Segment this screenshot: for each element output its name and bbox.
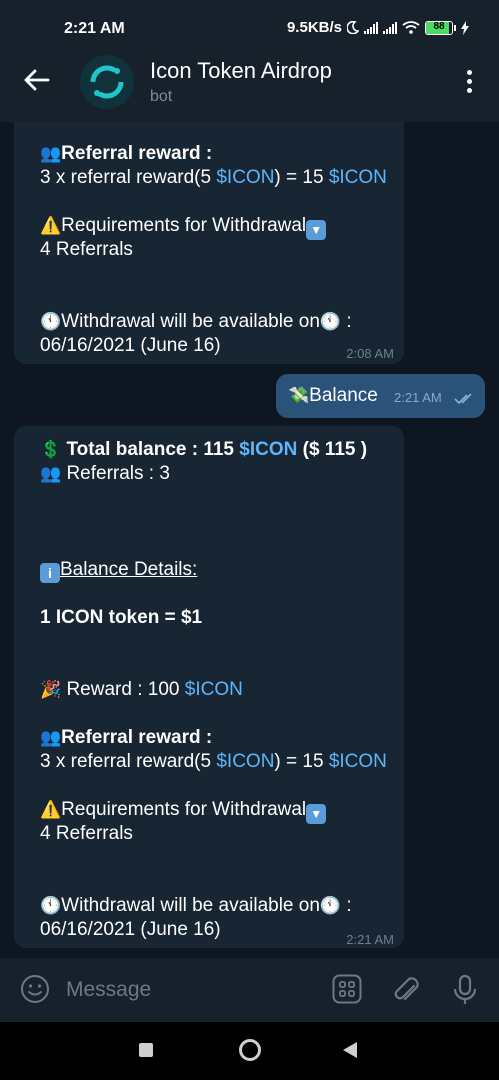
requirements-heading: ⚠️Requirements for Withdrawal ▼ bbox=[40, 214, 327, 240]
referral-reward-line: 3 x referral reward(5 $ICON) = 15 $ICON bbox=[40, 167, 387, 188]
money-wings-icon: 💸 bbox=[288, 386, 310, 405]
clock-icon: 🕚 bbox=[40, 896, 62, 915]
nav-back-icon[interactable] bbox=[342, 1041, 358, 1059]
clock-icon: 🕚 bbox=[40, 312, 62, 331]
clock-icon: 🕚 bbox=[319, 896, 342, 915]
message-time: 2:21 AM bbox=[346, 932, 394, 947]
balance-details-heading: i Balance Details: bbox=[40, 558, 197, 583]
referrals-line: 👥 Referrals : 3 bbox=[40, 463, 170, 484]
requirements-value: 4 Referrals bbox=[40, 239, 133, 260]
moon-icon bbox=[347, 21, 359, 34]
down-arrow-icon: ▼ bbox=[306, 220, 327, 240]
referral-reward-heading: 👥Referral reward : bbox=[40, 727, 213, 748]
referral-reward-line: 3 x referral reward(5 $ICON) = 15 $ICON bbox=[40, 751, 387, 772]
signal-icon bbox=[364, 21, 378, 34]
network-speed: 9.5KB/s bbox=[286, 19, 342, 36]
token-link[interactable]: $ICON bbox=[216, 751, 274, 772]
reward-line: 🎉 Reward : 100 $ICON bbox=[40, 679, 243, 700]
system-nav-bar bbox=[0, 1022, 499, 1080]
token-link[interactable]: $ICON bbox=[239, 439, 297, 460]
clock-icon: 🕚 bbox=[319, 312, 342, 331]
token-link[interactable]: $ICON bbox=[329, 167, 387, 188]
message-input[interactable]: Message bbox=[66, 978, 151, 1002]
outgoing-text: 💸Balance bbox=[288, 385, 378, 406]
withdrawal-date: 06/16/2021 (June 16) bbox=[40, 335, 221, 356]
bot-avatar[interactable] bbox=[80, 55, 134, 109]
battery-icon: 88 bbox=[425, 20, 456, 35]
double-check-icon bbox=[454, 393, 472, 405]
status-time: 2:21 AM bbox=[64, 20, 125, 37]
requirements-heading: ⚠️Requirements for Withdrawal ▼ bbox=[40, 798, 327, 824]
people-icon: 👥 bbox=[40, 728, 62, 747]
warning-icon: ⚠️ bbox=[40, 800, 62, 819]
token-link[interactable]: $ICON bbox=[329, 751, 387, 772]
outgoing-message[interactable]: 💸Balance 2:21 AM bbox=[276, 374, 485, 418]
token-link[interactable]: $ICON bbox=[185, 679, 243, 700]
requirements-value: 4 Referrals bbox=[40, 823, 133, 844]
wifi-icon bbox=[402, 21, 420, 34]
info-icon: i bbox=[40, 563, 60, 583]
rate-line: 1 ICON token = $1 bbox=[40, 607, 203, 628]
chat-title[interactable]: Icon Token Airdrop bbox=[150, 58, 332, 84]
party-popper-icon: 🎉 bbox=[40, 680, 62, 699]
withdrawal-line: 🕚Withdrawal will be available on🕚 : bbox=[40, 895, 352, 916]
chat-header: Icon Token Airdrop bot bbox=[0, 40, 499, 122]
microphone-icon[interactable] bbox=[452, 974, 478, 1006]
chat-subtitle: bot bbox=[150, 88, 173, 105]
message-time: 2:21 AM bbox=[394, 390, 442, 405]
icon-logo bbox=[90, 65, 124, 99]
people-icon: 👥 bbox=[40, 464, 62, 483]
status-icons: 9.5KB/s 88 bbox=[287, 19, 469, 36]
back-arrow-icon[interactable] bbox=[22, 66, 50, 94]
referral-reward-heading: 👥Referral reward : bbox=[40, 143, 213, 164]
token-link[interactable]: $ICON bbox=[216, 167, 274, 188]
more-options-icon[interactable] bbox=[467, 70, 473, 97]
withdrawal-line: 🕚Withdrawal will be available on🕚 : bbox=[40, 311, 352, 332]
total-balance-line: 💲 Total balance : 115 $ICON ($ 115 ) bbox=[40, 439, 368, 460]
incoming-message[interactable]: 💲 Total balance : 115 $ICON ($ 115 ) 👥 R… bbox=[14, 426, 404, 948]
attach-icon[interactable] bbox=[392, 974, 422, 1006]
down-arrow-icon: ▼ bbox=[306, 804, 327, 824]
dollar-icon: 💲 bbox=[40, 440, 62, 459]
incoming-message[interactable]: 👥Referral reward : 3 x referral reward(5… bbox=[14, 122, 404, 364]
emoji-icon[interactable] bbox=[20, 974, 50, 1004]
signal-icon-2 bbox=[383, 21, 397, 34]
charging-icon bbox=[461, 20, 469, 35]
message-time: 2:08 AM bbox=[346, 346, 394, 361]
warning-icon: ⚠️ bbox=[40, 216, 62, 235]
people-icon: 👥 bbox=[40, 144, 62, 163]
bot-commands-icon[interactable] bbox=[332, 974, 362, 1004]
message-list[interactable]: 👥Referral reward : 3 x referral reward(5… bbox=[0, 122, 499, 958]
home-button[interactable] bbox=[239, 1039, 261, 1061]
status-bar: 2:21 AM 9.5KB/s 88 bbox=[0, 0, 499, 40]
recents-button[interactable] bbox=[139, 1043, 153, 1057]
message-input-bar: Message bbox=[0, 958, 499, 1022]
withdrawal-date: 06/16/2021 (June 16) bbox=[40, 919, 221, 940]
